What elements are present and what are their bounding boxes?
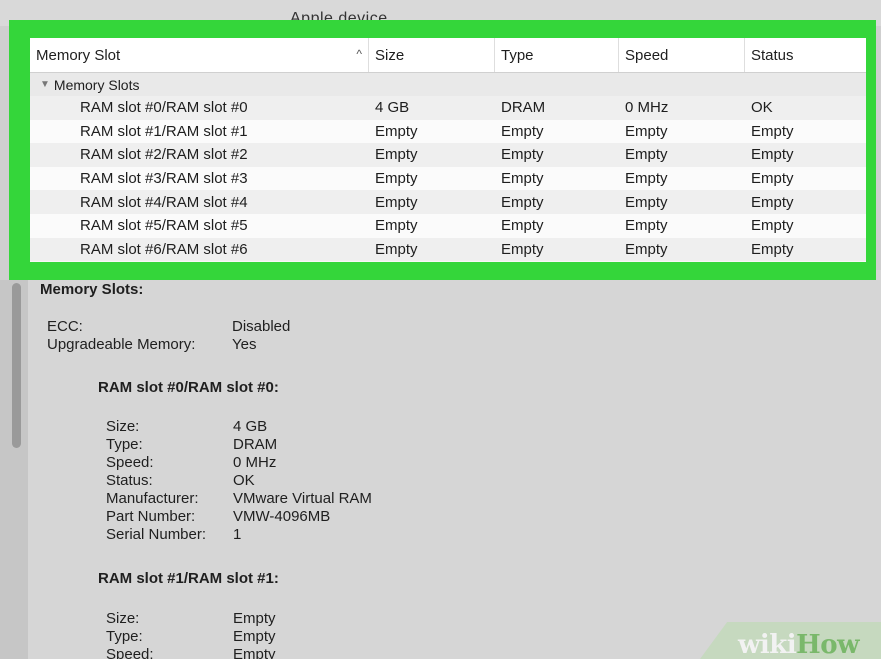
slot0-part-number-label: Part Number: — [106, 508, 196, 525]
slot0-speed-value: 0 MHz — [233, 454, 277, 471]
column-header-size[interactable]: Size — [369, 38, 495, 72]
slot1-size-label: Size: — [106, 610, 140, 627]
slot1-type-value: Empty — [233, 628, 276, 645]
slot0-speed-label: Speed: — [106, 454, 154, 471]
slot0-part-number-value: VMW-4096MB — [233, 508, 331, 525]
system-information-window: Apple device Memory Slot ^ Size Type Spe… — [0, 0, 881, 659]
slot1-speed-value: Empty — [233, 646, 276, 659]
wikihow-watermark-logo: wikiHow — [738, 630, 859, 659]
upgradeable-memory-label: Upgradeable Memory: — [47, 336, 196, 353]
slot0-manufacturer-value: VMware Virtual RAM — [233, 490, 372, 507]
slot0-serial-number-label: Serial Number: — [106, 526, 207, 543]
slot0-serial-number-value: 1 — [233, 526, 242, 543]
details-pane — [28, 270, 881, 659]
slot0-status-value: OK — [233, 472, 255, 489]
table-row[interactable]: RAM slot #2/RAM slot #2 Empty Empty Empt… — [30, 143, 866, 167]
table-row[interactable]: RAM slot #5/RAM slot #5 Empty Empty Empt… — [30, 213, 866, 238]
memory-slots-group-row[interactable]: ▼ Memory Slots — [30, 73, 866, 96]
table-row[interactable]: RAM slot #0/RAM slot #0 4 GB DRAM 0 MHz … — [30, 96, 866, 120]
slot1-speed-label: Speed: — [106, 646, 154, 659]
slot0-size-label: Size: — [106, 418, 140, 435]
slot0-manufacturer-label: Manufacturer: — [106, 490, 199, 507]
slot0-size-value: 4 GB — [233, 418, 268, 435]
vertical-scrollbar[interactable] — [12, 283, 21, 448]
table-row[interactable]: RAM slot #6/RAM slot #6 Empty Empty Empt… — [30, 237, 866, 262]
table-row[interactable]: RAM slot #3/RAM slot #3 Empty Empty Empt… — [30, 166, 866, 191]
column-header-speed[interactable]: Speed — [619, 38, 745, 72]
details-section-title: Memory Slots: — [40, 281, 144, 298]
memory-slot-table: Memory Slot ^ Size Type Speed Status ▼ M… — [30, 38, 866, 262]
upgradeable-memory-value: Yes — [232, 336, 257, 353]
table-body: RAM slot #0/RAM slot #0 4 GB DRAM 0 MHz … — [30, 96, 866, 262]
slot0-title: RAM slot #0/RAM slot #0: — [98, 379, 279, 396]
ecc-value: Disabled — [232, 318, 291, 335]
column-header-memory-slot[interactable]: Memory Slot ^ — [30, 38, 369, 72]
slot1-type-label: Type: — [106, 628, 143, 645]
disclosure-triangle-icon[interactable]: ▼ — [40, 79, 50, 90]
column-header-status[interactable]: Status — [745, 38, 866, 72]
table-row[interactable]: RAM slot #4/RAM slot #4 Empty Empty Empt… — [30, 190, 866, 214]
slot1-title: RAM slot #1/RAM slot #1: — [98, 570, 279, 587]
table-header: Memory Slot ^ Size Type Speed Status — [30, 38, 866, 73]
ecc-label: ECC: — [47, 318, 83, 335]
sort-ascending-icon: ^ — [356, 47, 362, 61]
table-row[interactable]: RAM slot #1/RAM slot #1 Empty Empty Empt… — [30, 119, 866, 144]
slot0-status-label: Status: — [106, 472, 153, 489]
slot1-size-value: Empty — [233, 610, 276, 627]
slot0-type-label: Type: — [106, 436, 143, 453]
column-header-type[interactable]: Type — [495, 38, 619, 72]
slot0-type-value: DRAM — [233, 436, 278, 453]
